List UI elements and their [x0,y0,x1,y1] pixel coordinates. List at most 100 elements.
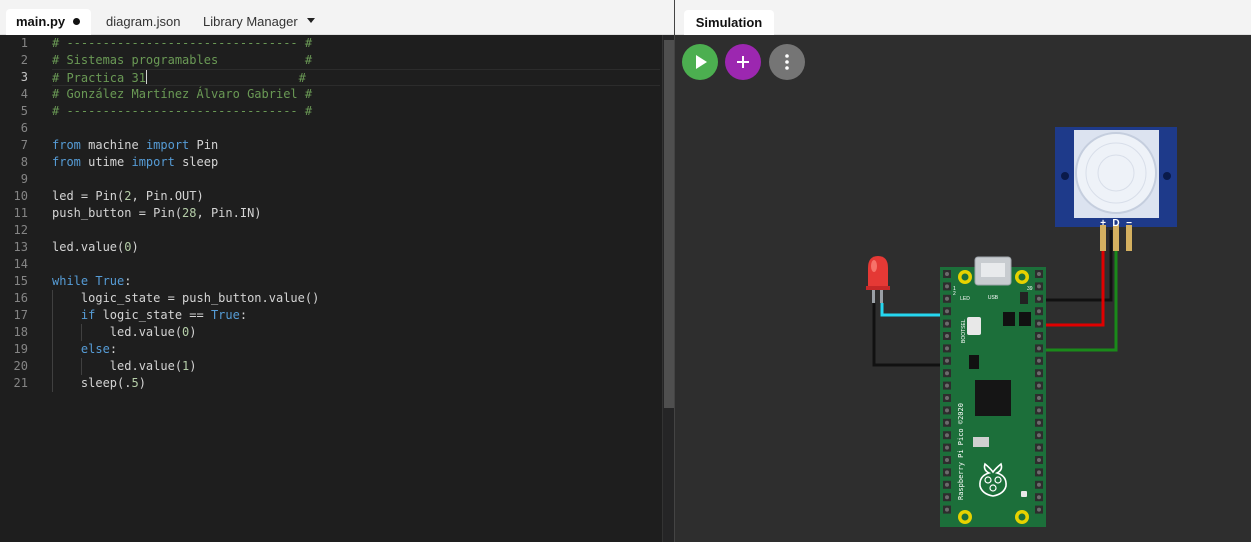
pico-pin-hole [945,358,949,363]
pico-pin-hole [1037,296,1041,301]
bootsel-button[interactable] [967,317,981,335]
code-token: : [239,308,248,322]
code-token: machine [80,138,146,152]
editor-tabbar: main.py diagram.json Library Manager [0,0,674,35]
indent-guide [52,375,53,392]
code-token: ) [189,325,197,339]
pico-bootsel-label: BOOTSEL [961,319,967,343]
pico-pin-hole [945,420,949,425]
rp2040-chip [975,380,1011,416]
code-line[interactable] [52,222,660,239]
code-token: logic_state == [95,308,211,322]
wire-led-gpio2[interactable] [880,303,940,317]
code-token: # -------------------------------- # [52,104,313,118]
red-led[interactable] [866,256,890,303]
code-line[interactable]: # Practica 31 # [52,69,660,86]
indent-guide [80,358,82,375]
code-token: sleep(. [52,376,132,390]
led-body [868,256,888,287]
pir-mount-hole-right [1163,172,1171,180]
pico-pin-hole [1037,321,1041,326]
pico-board-text: Raspberry Pi Pico ©2020 [957,403,965,500]
pico-usb-label: USB [988,295,999,301]
code-line[interactable]: led = Pin(2, Pin.OUT) [52,188,660,205]
tab-menu-chevron-down-icon[interactable] [305,15,319,29]
tab-library-manager[interactable]: Library Manager [193,9,308,35]
pico-pin-hole [945,396,949,400]
code-token: import [131,155,175,169]
code-line[interactable]: # -------------------------------- # [52,103,660,120]
code-token: import [145,138,190,152]
code-line[interactable]: # Sistemas programables # [52,52,660,69]
indent-guide [52,290,53,307]
pico-pin-hole [1037,383,1041,388]
code-line[interactable]: from utime import sleep [52,154,660,171]
editor-scrollbar-thumb[interactable] [664,40,674,408]
code-line[interactable]: led.value(0) [52,239,660,256]
code-token: # Practica 31 [52,71,146,85]
tab-main-py-label: main.py [16,14,66,29]
led-rim [866,286,890,290]
code-line[interactable]: push_button = Pin(28, Pin.IN) [52,205,660,222]
code-line[interactable]: if logic_state == True: [52,307,660,324]
pico-pin-hole [1037,272,1041,276]
pico-pin-hole [1037,346,1041,351]
code-line[interactable]: else: [52,341,660,358]
add-part-button[interactable] [725,44,761,80]
tab-diagram-json[interactable]: diagram.json [96,9,190,35]
line-number: 2 [20,53,28,67]
code-token: led.value( [52,359,183,373]
line-number: 6 [20,121,28,135]
pico-pin-hole [945,495,949,500]
pico-pin-hole [1037,284,1041,289]
tab-main-py[interactable]: main.py [6,9,91,35]
code-line[interactable]: # González Martínez Álvaro Gabriel # [52,86,660,103]
led-highlight [871,260,877,272]
code-line[interactable] [52,256,660,273]
wire-pir-vcc[interactable] [1041,230,1105,327]
code-line[interactable]: from machine import Pin [52,137,660,154]
indent-guide [52,307,53,324]
line-number: 3 [20,70,28,84]
line-number: 1 [20,36,28,50]
pir-label-d: D [1112,218,1119,229]
pico-test-pad [1021,491,1027,497]
unsaved-dot-icon [73,18,81,25]
simulation-pane: Simulation + D − LED USB 1 2 39 BOOTSEL … [674,0,1251,542]
editor-scrollbar[interactable] [662,35,674,542]
circuit-diagram[interactable]: + D − LED USB 1 2 39 BOOTSEL Raspberry P… [675,0,1251,542]
code-token: from [52,138,81,152]
code-token: logic_state = push_button.value() [52,291,320,305]
code-token: # -------------------------------- # [52,36,313,50]
code-token: ) [189,359,197,373]
code-line[interactable]: while True: [52,273,660,290]
code-line[interactable]: sleep(.5) [52,375,660,392]
more-options-button[interactable] [769,44,805,80]
line-number-gutter: 1 2 3 4 5 6 7 8 9 10 11 12 13 14 15 16 17 18 19 20 21 [0,35,40,392]
pir-motion-sensor[interactable]: + D − [1055,127,1177,251]
pir-label-minus: − [1126,218,1132,229]
code-token: , Pin.OUT) [131,189,204,203]
code-token: else [80,342,110,356]
start-simulation-button[interactable] [682,44,718,80]
raspberry-pi-pico[interactable]: LED USB 1 2 39 BOOTSEL Raspberry Pi Pico… [940,256,1046,527]
code-line[interactable]: led.value(1) [52,358,660,375]
code-editor[interactable]: 1 2 3 4 5 6 7 8 9 10 11 12 13 14 15 16 17 18 19 20 21 # ----… [0,35,660,542]
code-line[interactable] [52,120,660,137]
more-vertical-icon [785,54,789,70]
indent-guide [52,358,53,375]
wire-led-gnd[interactable] [872,303,940,367]
code-line[interactable] [52,171,660,188]
pico-pin-hole [945,334,949,338]
pico-pin-hole [1037,396,1041,400]
pico-pin-hole [1037,358,1041,363]
code-lines[interactable]: # -------------------------------- # # Si… [52,35,660,392]
code-token: 5 [131,376,139,390]
line-number: 19 [13,342,28,356]
pico-pin-hole [1037,309,1041,314]
code-line[interactable]: # -------------------------------- # [52,35,660,52]
code-line[interactable]: logic_state = push_button.value() [52,290,660,307]
line-number: 21 [13,376,28,390]
code-line[interactable]: led.value(0) [52,324,660,341]
